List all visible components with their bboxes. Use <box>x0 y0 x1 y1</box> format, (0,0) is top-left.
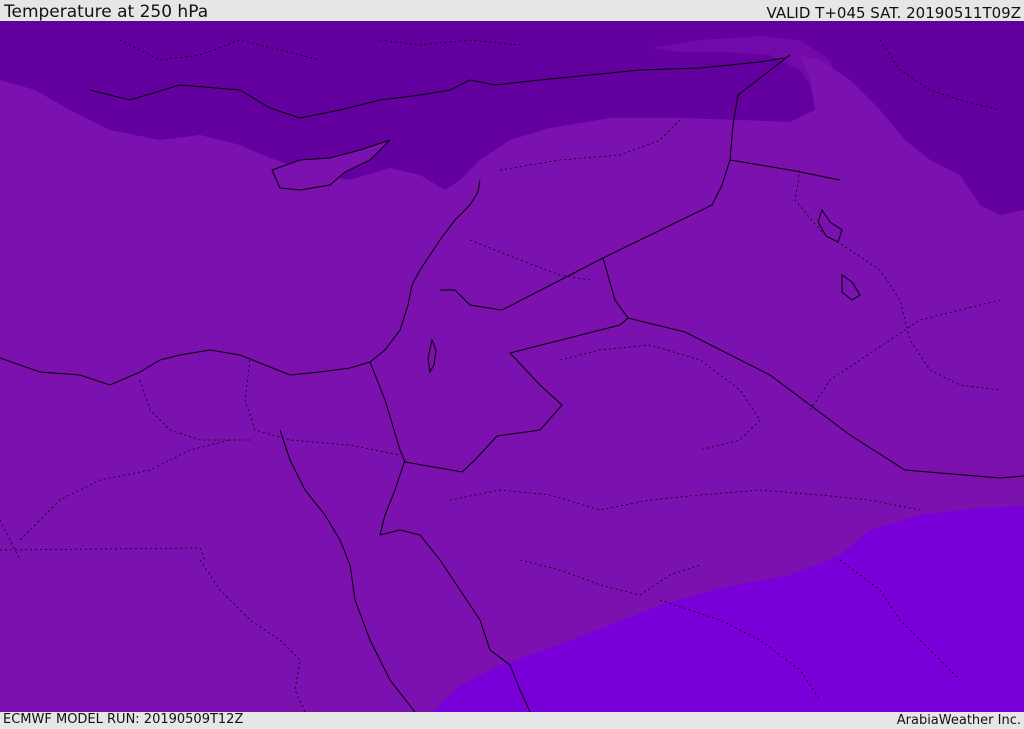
temperature-map <box>0 21 1024 712</box>
map-header: Temperature at 250 hPa VALID T+045 SAT. … <box>0 0 1024 21</box>
valid-time: VALID T+045 SAT. 20190511T09Z <box>766 4 1021 22</box>
model-run-label: ECMWF MODEL RUN: 20190509T12Z <box>3 712 244 727</box>
map-title: Temperature at 250 hPa <box>4 2 209 22</box>
credit-label: ArabiaWeather Inc. <box>896 713 1021 728</box>
map-footer: ECMWF MODEL RUN: 20190509T12Z ArabiaWeat… <box>0 712 1024 729</box>
